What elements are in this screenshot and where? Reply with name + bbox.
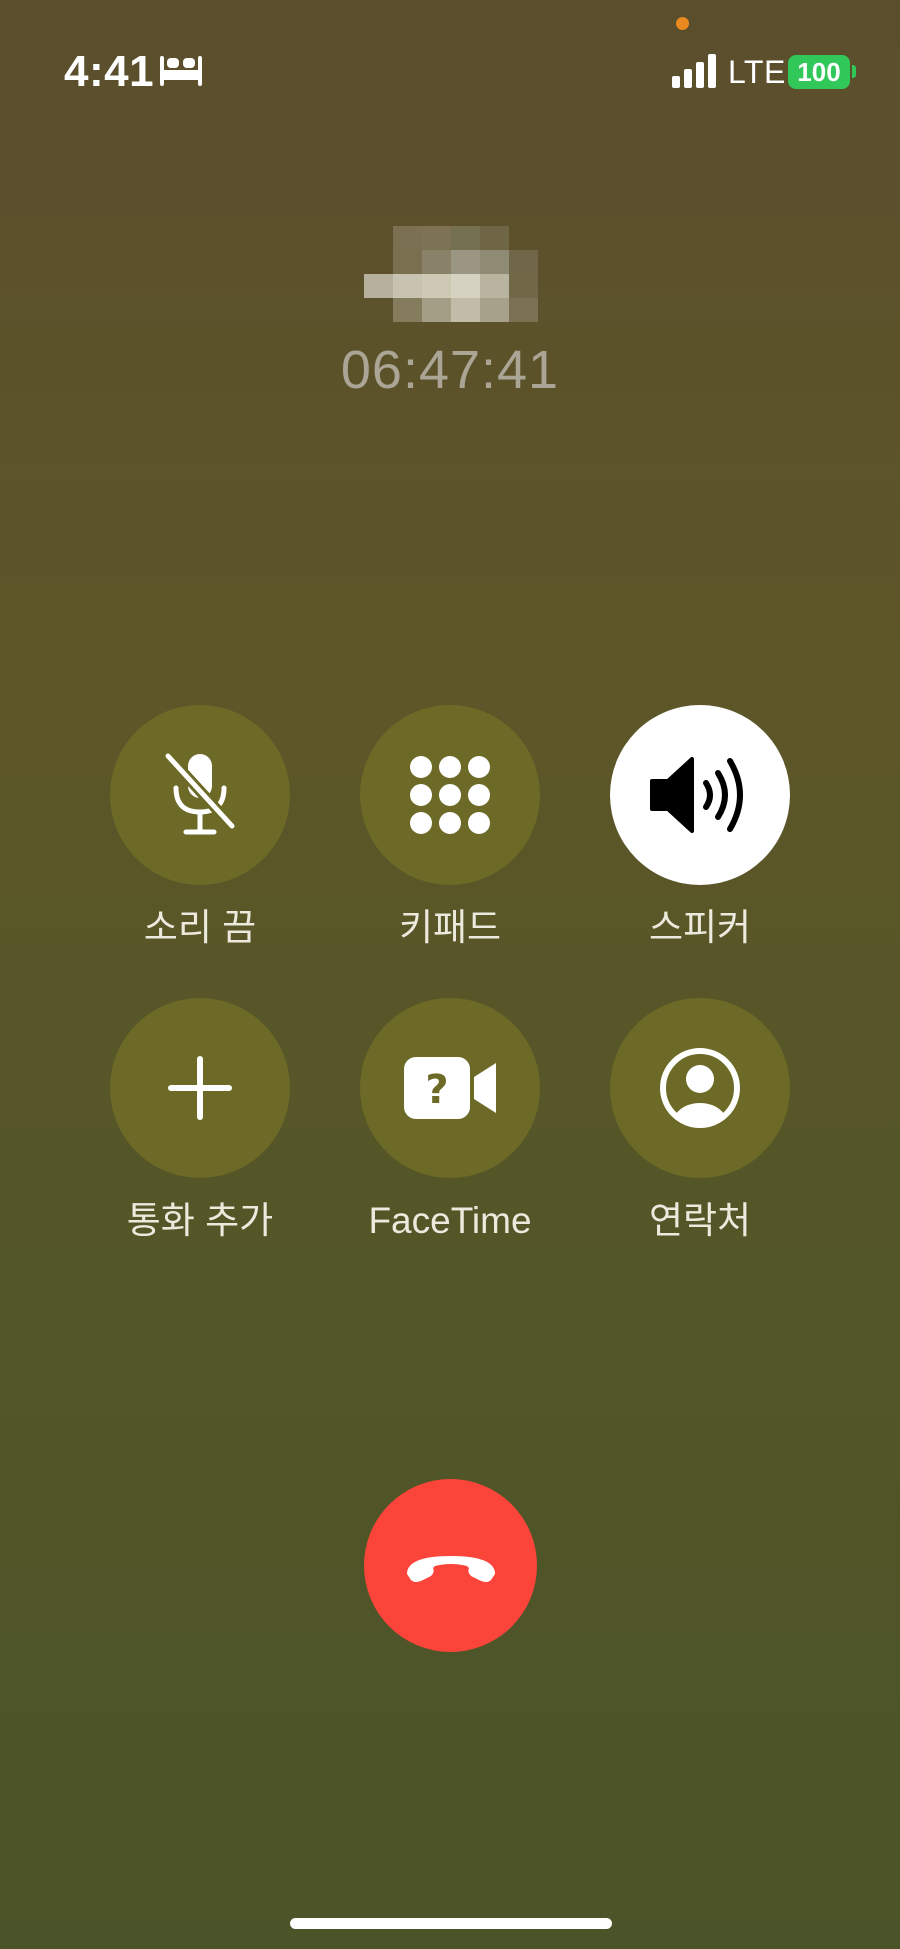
battery-tip: [852, 65, 856, 78]
mute-circle[interactable]: [110, 705, 290, 885]
keypad-label: 키패드: [398, 907, 502, 948]
status-time: 4:41: [64, 47, 155, 96]
privacy-indicator-dot: [676, 17, 689, 30]
plus-icon: [168, 1056, 232, 1120]
facetime-video-icon: ?: [404, 1057, 496, 1119]
home-indicator[interactable]: [290, 1918, 612, 1929]
caller-name-pixelated: [364, 226, 538, 322]
mic-slash-icon: [162, 750, 238, 835]
battery-level: 100: [797, 57, 841, 87]
contacts-label: 연락처: [648, 1200, 752, 1241]
bed-icon: [160, 56, 202, 86]
cellular-signal-icon: [672, 54, 716, 88]
phone-hangup-icon: [406, 1555, 495, 1582]
call-duration: 06:47:41: [340, 340, 560, 400]
facetime-button[interactable]: ? FaceTime: [360, 998, 540, 1246]
speaker-label: 스피커: [648, 907, 752, 948]
add-call-label: 통화 추가: [126, 1200, 274, 1241]
add-call-button[interactable]: 통화 추가: [110, 998, 290, 1246]
keypad-circle[interactable]: [360, 705, 540, 885]
facetime-label: FaceTime: [368, 1200, 532, 1241]
facetime-circle[interactable]: ?: [360, 998, 540, 1178]
contacts-button[interactable]: 연락처: [610, 998, 790, 1246]
end-call-button[interactable]: [364, 1479, 537, 1652]
contact-person-icon: [660, 1048, 740, 1128]
mute-label: 소리 끔: [143, 907, 257, 948]
add-call-circle[interactable]: [110, 998, 290, 1178]
speaker-circle[interactable]: [610, 705, 790, 885]
battery-icon: 100: [788, 55, 850, 89]
contacts-circle[interactable]: [610, 998, 790, 1178]
network-type: LTE: [728, 54, 786, 90]
keypad-button[interactable]: 키패드: [360, 705, 540, 953]
keypad-icon: [410, 756, 490, 834]
mute-button[interactable]: 소리 끔: [110, 705, 290, 953]
speaker-wave-icon: [650, 757, 743, 833]
svg-text:?: ?: [425, 1067, 448, 1113]
speaker-button[interactable]: 스피커: [610, 705, 790, 953]
